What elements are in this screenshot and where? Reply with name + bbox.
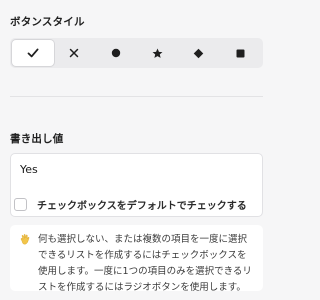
info-text: 何も選択しない、または複数の項目を一度に選択できるリストを作成するにはチェックボ… [38,234,252,293]
output-value-text: Yes [20,163,38,176]
style-option-check[interactable] [12,40,54,66]
default-check-checkbox[interactable] [14,198,27,211]
default-check-row[interactable]: チェックボックスをデフォルトでチェックする [14,197,247,212]
square-icon [236,49,245,57]
style-option-diamond[interactable] [178,40,220,66]
diamond-icon [193,48,204,58]
button-style-selector [10,38,263,68]
waving-hand-icon [20,234,30,245]
cross-icon [70,48,79,58]
check-icon [27,48,39,58]
style-option-star[interactable] [137,40,179,66]
star-icon [152,48,163,58]
checkbox-settings-panel: ボタンスタイル 書き出し値 Yes チェックボックスをデフォルトでチェックする … [0,0,273,300]
button-style-label: ボタンスタイル [10,16,85,28]
default-check-label: チェックボックスをデフォルトでチェックする [37,201,247,212]
style-option-circle[interactable] [95,40,137,66]
style-option-square[interactable] [220,40,262,66]
style-option-cross[interactable] [54,40,96,66]
circle-icon [111,48,120,58]
info-box: 何も選択しない、または複数の項目を一度に選択できるリストを作成するにはチェックボ… [10,225,263,293]
output-value-label: 書き出し値 [10,133,64,145]
section-divider [10,96,263,97]
